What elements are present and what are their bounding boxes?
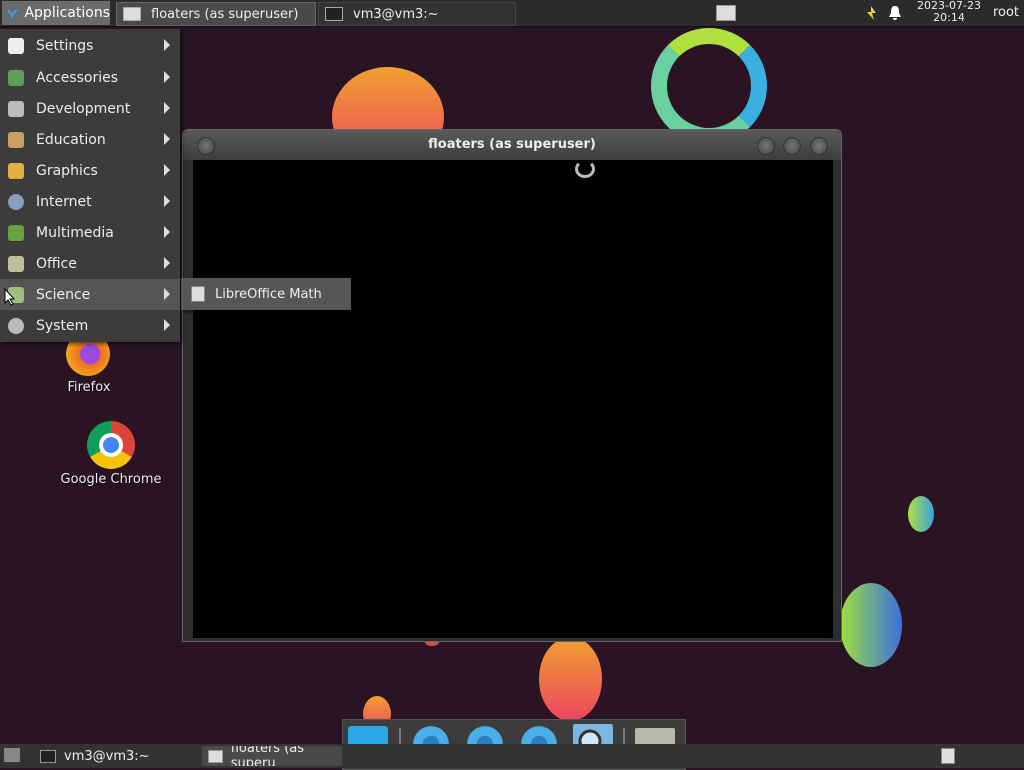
wallpaper-floater [840, 583, 902, 667]
wallpaper-floater [539, 637, 602, 721]
menu-item-label: Multimedia [36, 224, 114, 241]
minimize-button[interactable] [757, 137, 775, 155]
settings-icon [8, 37, 24, 54]
bottom-task-floaters[interactable]: floaters (as superu [202, 746, 342, 766]
menu-item-graphics[interactable]: Graphics [0, 155, 180, 186]
internet-icon [8, 193, 24, 210]
show-desktop-icon[interactable] [4, 748, 20, 762]
wallpaper-floater [908, 496, 934, 532]
bottom-task-terminal[interactable]: vm3@vm3:~ [34, 746, 194, 766]
menu-item-development[interactable]: Development [0, 93, 180, 124]
submenu-item-libreoffice-math[interactable]: LibreOffice Math [181, 278, 351, 310]
menu-item-label: System [36, 317, 89, 334]
floaters-canvas[interactable] [193, 160, 833, 638]
workspace-indicator[interactable] [941, 748, 955, 764]
accessories-icon [8, 69, 24, 86]
taskbar-item-terminal[interactable]: vm3@vm3:~ [318, 2, 516, 26]
office-icon [8, 255, 24, 272]
menu-item-label: Office [36, 255, 77, 272]
menu-item-label: Education [36, 131, 106, 148]
menu-item-internet[interactable]: Internet [0, 186, 180, 217]
bottom-panel: vm3@vm3:~ floaters (as superu [0, 744, 1024, 768]
maximize-button[interactable] [783, 137, 801, 155]
development-icon [8, 100, 24, 117]
menu-item-science[interactable]: Science [0, 279, 180, 310]
menu-item-settings[interactable]: Settings [0, 30, 180, 61]
window-icon [123, 7, 141, 21]
taskbar-item-label: floaters (as superuser) [151, 6, 299, 22]
task-label: floaters (as superu [230, 746, 304, 766]
wallpaper-floater-ring [651, 28, 767, 144]
graphics-icon [8, 162, 24, 179]
education-icon [8, 131, 24, 148]
terminal-icon [325, 7, 343, 21]
menu-item-label: Accessories [36, 69, 119, 86]
system-icon [8, 317, 24, 334]
window-title: floaters (as superuser) [428, 137, 596, 152]
menu-item-label: Settings [36, 37, 94, 54]
clock-time: 20:14 [933, 11, 965, 24]
taskbar-item-floaters[interactable]: floaters (as superuser) [116, 2, 316, 26]
close-button[interactable] [810, 137, 828, 155]
window-menu-button[interactable] [197, 137, 215, 155]
task-label: vm3@vm3:~ [64, 748, 150, 764]
applications-label: Applications [24, 5, 110, 21]
menu-item-system[interactable]: System [0, 310, 180, 341]
window-icon [208, 749, 223, 763]
menu-item-office[interactable]: Office [0, 248, 180, 279]
workspace-switcher[interactable] [712, 2, 740, 24]
network-icon[interactable] [862, 4, 880, 22]
notification-bell-icon[interactable] [886, 4, 904, 22]
user-menu[interactable]: root [988, 0, 1024, 26]
applications-menu: Settings Accessories Development Educati… [0, 29, 180, 342]
menu-item-multimedia[interactable]: Multimedia [0, 217, 180, 248]
menu-item-accessories[interactable]: Accessories [0, 62, 180, 93]
busy-cursor-icon [575, 160, 595, 178]
clock[interactable]: 2023-07-23 20:14 [912, 0, 986, 24]
applications-menu-button[interactable]: Applications [2, 1, 110, 25]
chrome-icon[interactable] [87, 421, 135, 469]
menu-item-label: Graphics [36, 162, 98, 179]
libreoffice-math-icon [191, 286, 205, 302]
menu-item-education[interactable]: Education [0, 124, 180, 155]
floaters-window[interactable]: floaters (as superuser) [182, 129, 842, 642]
desktop-label-chrome[interactable]: Google Chrome [56, 472, 166, 487]
top-panel: Applications floaters (as superuser) vm3… [0, 0, 1024, 27]
submenu-item-label: LibreOffice Math [215, 286, 322, 302]
menu-item-label: Internet [36, 193, 92, 210]
multimedia-icon [8, 224, 24, 241]
menu-item-label: Development [36, 100, 131, 117]
mouse-pointer-icon [4, 288, 16, 306]
xfce-logo-icon [6, 9, 18, 19]
menu-item-label: Science [36, 286, 91, 303]
desktop-label-firefox[interactable]: Firefox [49, 380, 129, 395]
taskbar-item-label: vm3@vm3:~ [353, 6, 439, 22]
window-titlebar[interactable]: floaters (as superuser) [183, 130, 841, 160]
terminal-icon [40, 749, 56, 763]
